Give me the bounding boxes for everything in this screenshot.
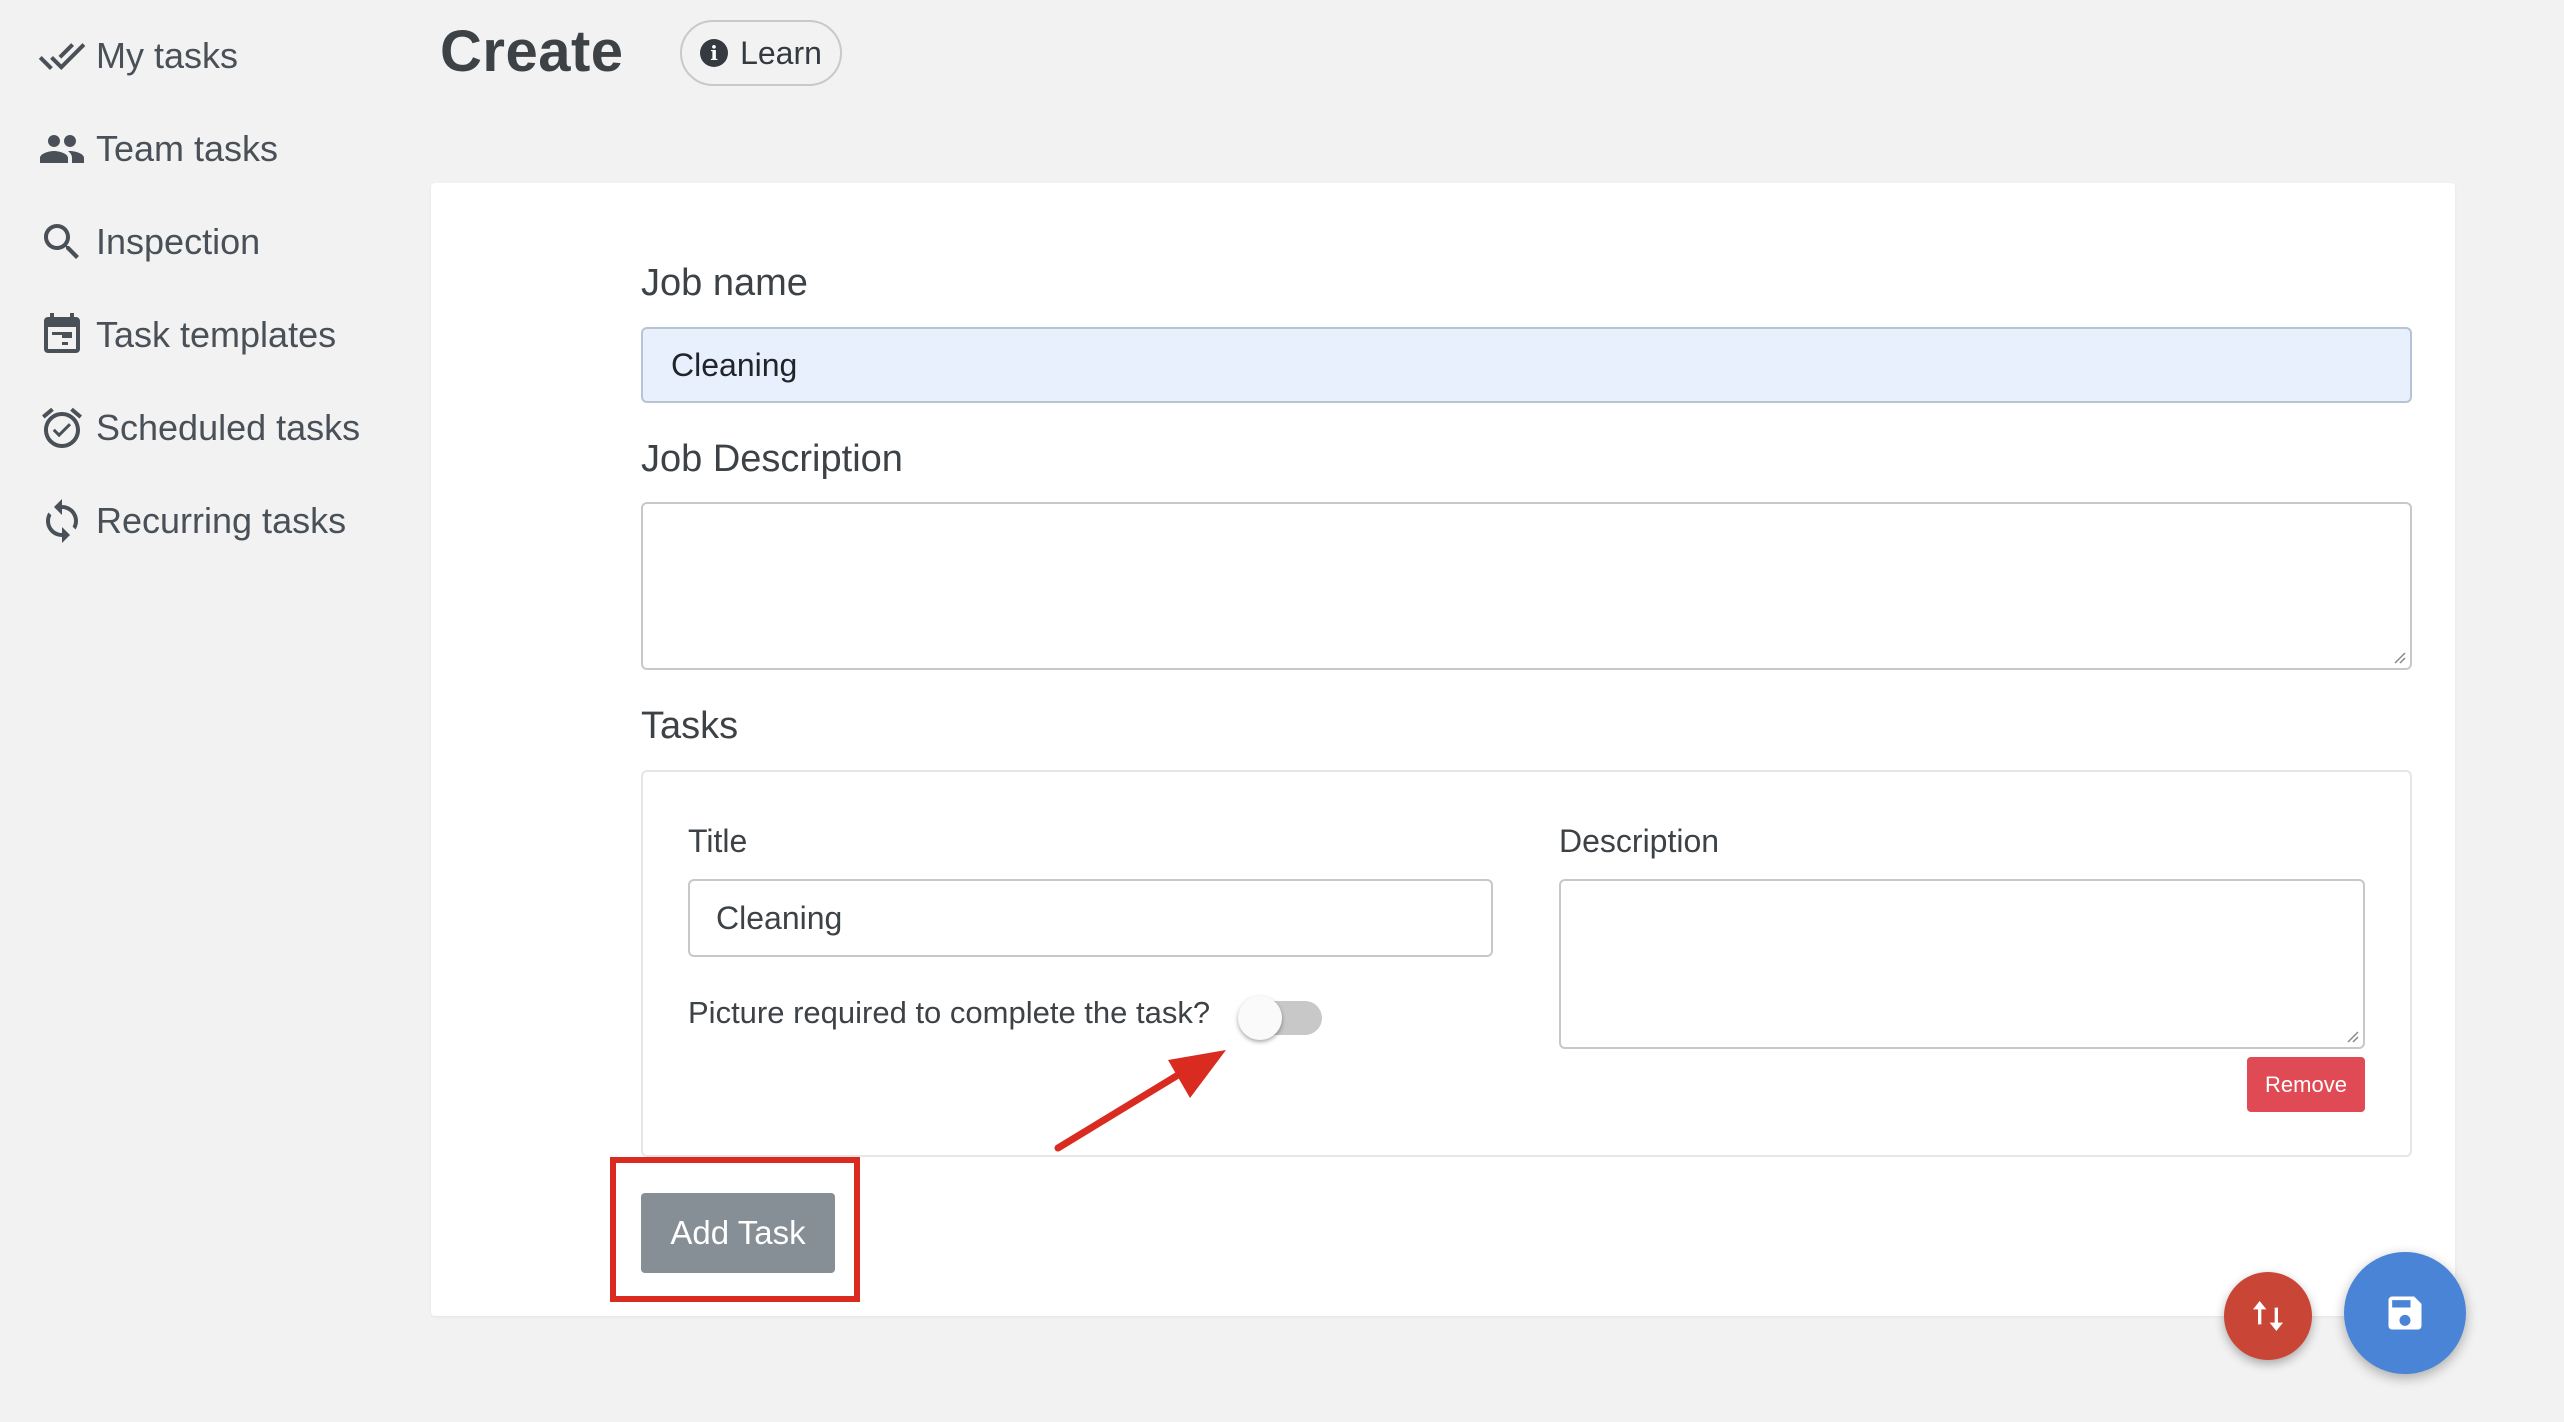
sidebar-item-label: My tasks (96, 35, 239, 76)
sync-icon (36, 495, 88, 547)
job-description-textarea[interactable] (641, 502, 2412, 670)
sidebar-item-label: Task templates (96, 314, 337, 355)
calendar-icon (36, 309, 88, 361)
sidebar-item-label: Scheduled tasks (96, 407, 361, 448)
toggle-knob (1238, 996, 1282, 1040)
search-icon (36, 216, 88, 268)
sidebar-item-label: Recurring tasks (96, 500, 347, 541)
alarm-clock-icon (36, 402, 88, 454)
task-title-input[interactable]: Cleaning (688, 879, 1493, 957)
task-title-label: Title (688, 823, 748, 859)
learn-label: Learn (740, 34, 822, 71)
sidebar-item-label: Inspection (96, 221, 261, 262)
sidebar-item-scheduled-tasks[interactable]: Scheduled tasks (36, 398, 360, 458)
learn-button[interactable]: i Learn (680, 20, 842, 86)
sidebar-item-inspection[interactable]: Inspection (36, 212, 260, 272)
sidebar: My tasks Team tasks Inspection Task temp… (0, 0, 420, 1422)
picture-required-label: Picture required to complete the task? (688, 995, 1211, 1030)
people-icon (36, 123, 88, 175)
sidebar-item-task-templates[interactable]: Task templates (36, 305, 336, 365)
task-description-label: Description (1559, 823, 1720, 859)
sidebar-item-team-tasks[interactable]: Team tasks (36, 119, 278, 179)
highlight-annotation (610, 1157, 860, 1302)
save-button[interactable] (2344, 1252, 2466, 1374)
sidebar-item-recurring-tasks[interactable]: Recurring tasks (36, 491, 346, 551)
tasks-label: Tasks (641, 705, 739, 747)
sidebar-item-label: Team tasks (96, 128, 279, 169)
picture-required-toggle[interactable] (1238, 996, 1322, 1040)
job-name-label: Job name (641, 262, 808, 304)
save-icon (2388, 1296, 2422, 1330)
arrow-annotation-icon (1054, 1050, 1226, 1152)
job-name-input[interactable]: Cleaning (641, 327, 2412, 403)
swap-vertical-icon (2253, 1301, 2283, 1331)
page-title: Create (440, 19, 624, 84)
double-check-icon (36, 30, 88, 82)
job-description-label: Job Description (641, 438, 903, 480)
resize-grip-icon[interactable] (2390, 648, 2406, 664)
swap-order-button[interactable] (2224, 1272, 2312, 1360)
resize-grip-icon[interactable] (2343, 1027, 2359, 1043)
sidebar-item-my-tasks[interactable]: My tasks (36, 26, 238, 86)
task-description-textarea[interactable] (1559, 879, 2365, 1049)
info-icon: i (700, 39, 729, 67)
remove-task-button[interactable]: Remove (2247, 1057, 2365, 1112)
